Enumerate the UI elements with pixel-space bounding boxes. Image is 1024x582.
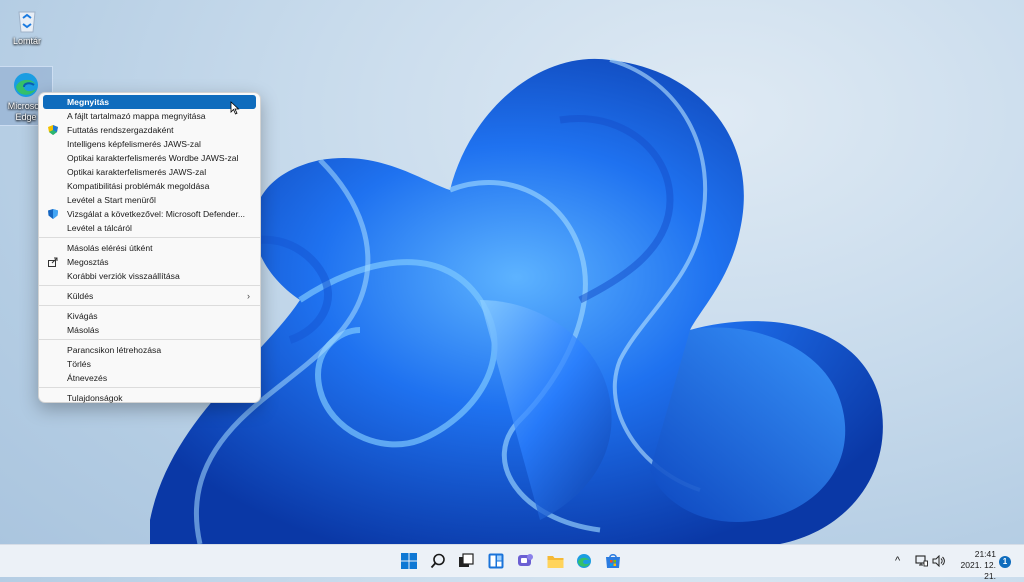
chat-button[interactable] xyxy=(514,550,536,572)
menu-item-label: Megosztás xyxy=(67,257,109,267)
menu-item-run-as-admin[interactable]: Futtatás rendszergazdaként xyxy=(43,123,256,137)
menu-item-label: Intelligens képfelismerés JAWS-zal xyxy=(67,139,201,149)
menu-item-restore-versions[interactable]: Korábbi verziók visszaállítása xyxy=(43,269,256,283)
menu-item-jaws-ocr[interactable]: Optikai karakterfelismerés JAWS-zal xyxy=(43,165,256,179)
menu-item-jaws-picture-smart[interactable]: Intelligens képfelismerés JAWS-zal xyxy=(43,137,256,151)
menu-item-send-to[interactable]: Küldés › xyxy=(43,289,256,303)
menu-item-properties[interactable]: Tulajdonságok xyxy=(43,391,256,405)
menu-separator xyxy=(39,387,260,388)
menu-item-copy-as-path[interactable]: Másolás elérési útként xyxy=(43,241,256,255)
menu-item-label: Korábbi verziók visszaállítása xyxy=(67,271,180,281)
start-icon xyxy=(401,553,417,569)
menu-item-label: Kivágás xyxy=(67,311,98,321)
menu-item-unpin-start[interactable]: Levétel a Start menüről xyxy=(43,193,256,207)
search-button[interactable] xyxy=(427,550,449,572)
edge-taskbar-button[interactable] xyxy=(573,550,595,572)
store-icon xyxy=(606,554,620,568)
file-explorer-icon xyxy=(547,555,563,568)
edge-icon xyxy=(12,71,40,99)
menu-item-label: Másolás xyxy=(67,325,99,335)
menu-separator xyxy=(39,339,260,340)
desktop-icon-label: Lomtár xyxy=(12,36,41,46)
defender-icon xyxy=(48,209,58,219)
menu-item-label: Parancsikon létrehozása xyxy=(67,345,162,355)
clock-time: 21:41 xyxy=(974,549,996,559)
chat-icon xyxy=(517,554,533,566)
clock[interactable]: 21:41 2021. 12. 21. xyxy=(952,549,996,582)
menu-item-label: Átnevezés xyxy=(67,373,108,383)
volume-icon-button[interactable] xyxy=(932,545,945,577)
menu-item-delete[interactable]: Törlés xyxy=(43,357,256,371)
menu-item-label: Tulajdonságok xyxy=(67,393,123,403)
menu-item-rename[interactable]: Átnevezés xyxy=(43,371,256,385)
chevron-up-icon: ^ xyxy=(895,555,901,567)
menu-item-open[interactable]: Megnyitás xyxy=(43,95,256,109)
menu-item-label: Futtatás rendszergazdaként xyxy=(67,125,174,135)
menu-item-label: Megnyitás xyxy=(67,97,110,107)
chevron-right-icon: › xyxy=(247,291,250,301)
start-button[interactable] xyxy=(398,550,420,572)
menu-item-scan-defender[interactable]: Vizsgálat a következővel: Microsoft Defe… xyxy=(43,207,256,221)
menu-item-label: Vizsgálat a következővel: Microsoft Defe… xyxy=(67,209,246,219)
context-menu: Megnyitás A fájlt tartalmazó mappa megny… xyxy=(38,92,261,403)
clock-date: 2021. 12. 21. xyxy=(960,560,996,581)
volume-icon xyxy=(932,555,945,567)
menu-item-label: Optikai karakterfelismerés JAWS-zal xyxy=(67,167,207,177)
menu-item-cut[interactable]: Kivágás xyxy=(43,309,256,323)
desktop-icon-recycle-bin[interactable]: Lomtár xyxy=(1,2,53,52)
notification-badge[interactable]: 1 xyxy=(999,556,1011,568)
search-icon xyxy=(430,553,445,569)
share-icon xyxy=(48,257,58,267)
menu-item-label: Másolás elérési útként xyxy=(67,243,153,253)
menu-item-label: Levétel a Start menüről xyxy=(67,195,156,205)
menu-item-label: Optikai karakterfelismerés Wordbe JAWS-z… xyxy=(67,153,239,163)
menu-item-jaws-ocr-word[interactable]: Optikai karakterfelismerés Wordbe JAWS-z… xyxy=(43,151,256,165)
taskbar: ^ 21:41 2021. 12. 21. 1 xyxy=(0,544,1024,581)
menu-separator xyxy=(39,285,260,286)
widgets-icon xyxy=(488,553,504,569)
menu-item-share[interactable]: Megosztás xyxy=(43,255,256,269)
menu-item-unpin-taskbar[interactable]: Levétel a tálcáról xyxy=(43,221,256,235)
network-icon xyxy=(915,555,928,567)
menu-item-open-file-location[interactable]: A fájlt tartalmazó mappa megnyitása xyxy=(43,109,256,123)
mouse-cursor-icon xyxy=(230,101,240,115)
menu-item-label: Törlés xyxy=(67,359,91,369)
network-icon-button[interactable] xyxy=(915,545,928,577)
menu-item-label: Kompatibilitási problémák megoldása xyxy=(67,181,210,191)
shield-uac-icon xyxy=(48,125,58,135)
task-view-button[interactable] xyxy=(455,550,477,572)
menu-separator xyxy=(39,305,260,306)
menu-item-copy[interactable]: Másolás xyxy=(43,323,256,337)
task-view-icon xyxy=(459,553,474,567)
recycle-bin-icon xyxy=(13,6,41,34)
menu-item-label: Levétel a tálcáról xyxy=(67,223,132,233)
file-explorer-button[interactable] xyxy=(544,550,566,572)
menu-item-label: A fájlt tartalmazó mappa megnyitása xyxy=(67,111,206,121)
menu-separator xyxy=(39,237,260,238)
store-button[interactable] xyxy=(602,550,624,572)
widgets-button[interactable] xyxy=(485,550,507,572)
show-hidden-icons-button[interactable]: ^ xyxy=(895,545,900,577)
edge-icon xyxy=(577,554,591,568)
menu-item-create-shortcut[interactable]: Parancsikon létrehozása xyxy=(43,343,256,357)
menu-item-troubleshoot-compatibility[interactable]: Kompatibilitási problémák megoldása xyxy=(43,179,256,193)
menu-item-label: Küldés xyxy=(67,291,94,301)
